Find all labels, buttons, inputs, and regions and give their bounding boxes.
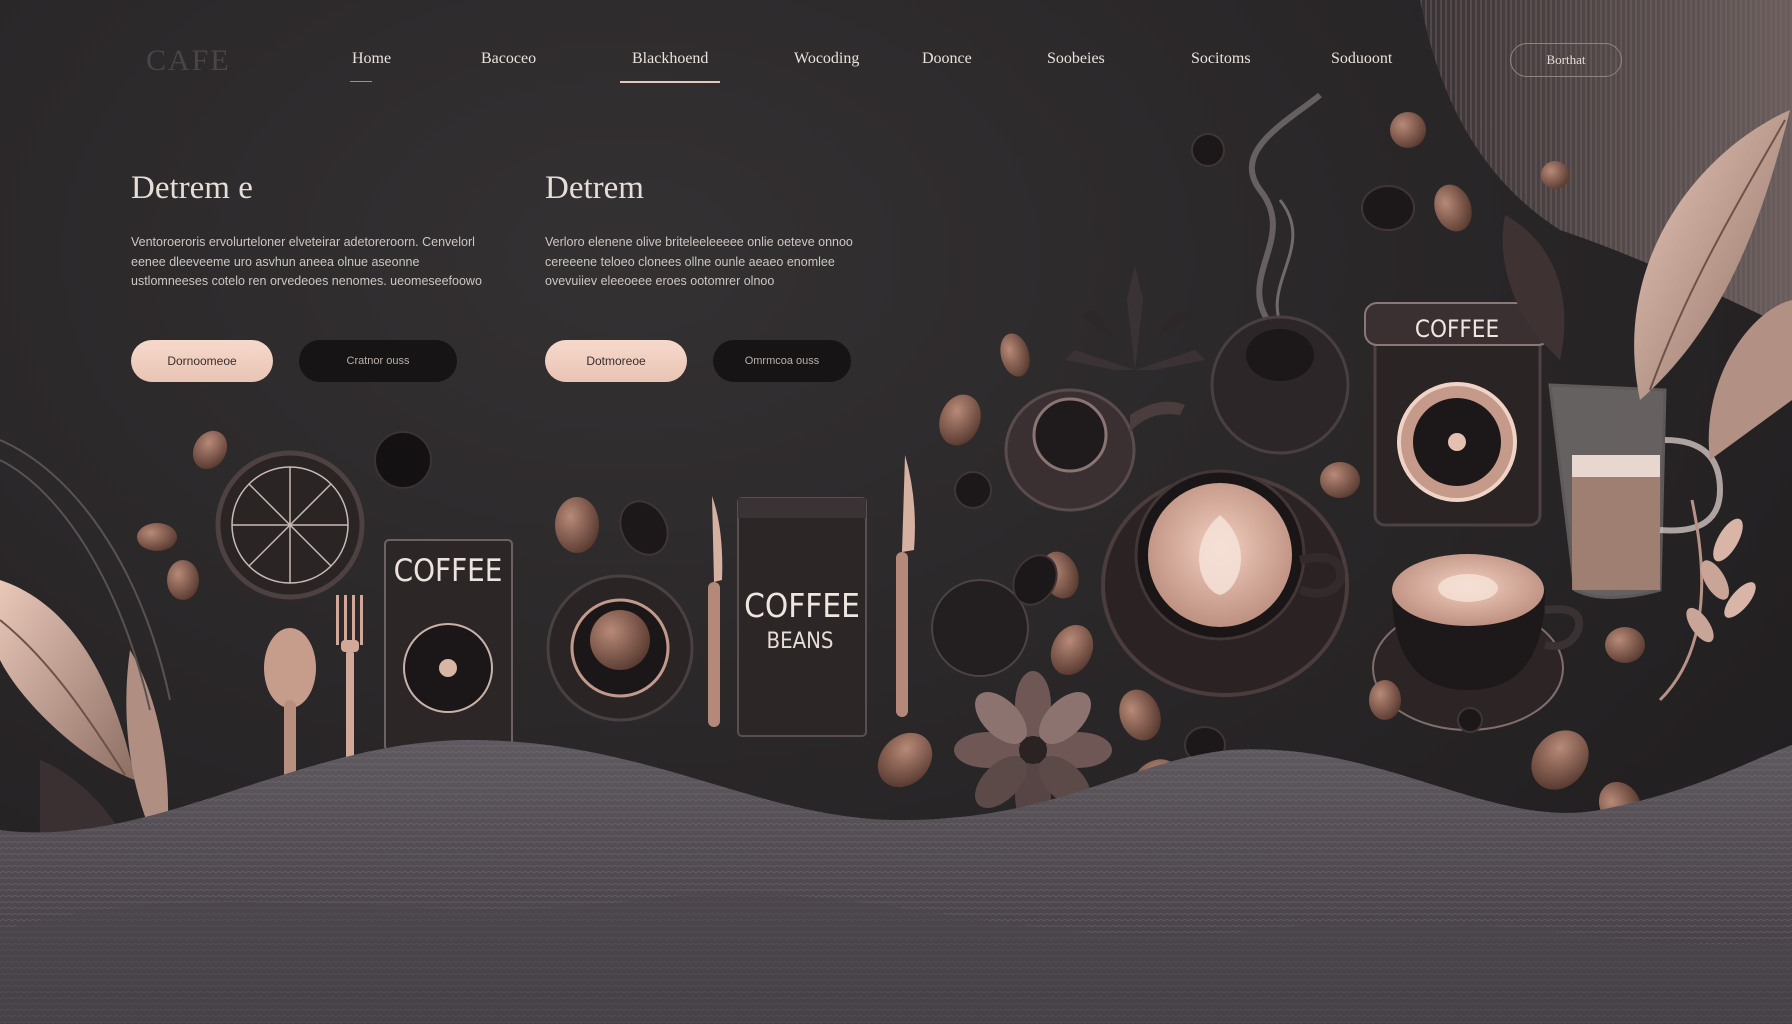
hero-buttons-left: Dornoomeoe Cratnor ouss — [131, 340, 457, 382]
coffee-box-label: COFFEE — [394, 553, 503, 589]
secondary-button-right[interactable]: Omrmcoa ouss — [713, 340, 851, 382]
nav-link-4[interactable]: Wocoding — [794, 50, 859, 68]
nav-link-6[interactable]: Soobeies — [1047, 50, 1105, 68]
page: COFFEE COFFEE COFFEE BEANS CAFE Home Bac… — [0, 0, 1792, 1024]
nav-link-8[interactable]: Soduoont — [1331, 50, 1392, 68]
nav-link-home[interactable]: Home — [349, 50, 391, 82]
top-navigation: CAFE Home Bacoceo Blackhoend Wocoding Do… — [0, 0, 1792, 110]
nav-link-5[interactable]: Doonce — [922, 50, 972, 68]
primary-button-right[interactable]: Dotmoreoe — [545, 340, 687, 382]
secondary-button-left[interactable]: Cratnor ouss — [299, 340, 457, 382]
hero-buttons-right: Dotmoreoe Omrmcoa ouss — [545, 340, 851, 382]
hero-title-right: Detrem — [545, 170, 644, 206]
hero-text-left: Ventoroeroris ervolurteloner elveteirar … — [131, 235, 482, 288]
hero-block-right: Detrem Verloro elenene olive briteleelee… — [545, 170, 875, 292]
nav-link-3-active[interactable]: Blackhoend — [619, 50, 721, 83]
coffee-illustration: COFFEE COFFEE COFFEE BEANS — [0, 0, 1792, 1024]
hero-text-right: Verloro elenene olive briteleeleeeee onl… — [545, 235, 853, 288]
coffee-grinder-label: COFFEE — [1415, 315, 1499, 343]
nav-link-7[interactable]: Socitoms — [1191, 50, 1251, 68]
coffee-beans-bag-label-bottom: BEANS — [767, 629, 834, 654]
hero-block-left: Detrem e Ventoroeroris ervolurteloner el… — [131, 170, 491, 292]
nav-link-2[interactable]: Bacoceo — [481, 50, 536, 68]
primary-button-left[interactable]: Dornoomeoe — [131, 340, 273, 382]
coffee-beans-bag-label-top: COFFEE — [744, 586, 860, 625]
nav-cta-button[interactable]: Borthat — [1510, 43, 1622, 77]
logo[interactable]: CAFE — [146, 44, 231, 78]
hero-title-left: Detrem e — [131, 170, 253, 206]
